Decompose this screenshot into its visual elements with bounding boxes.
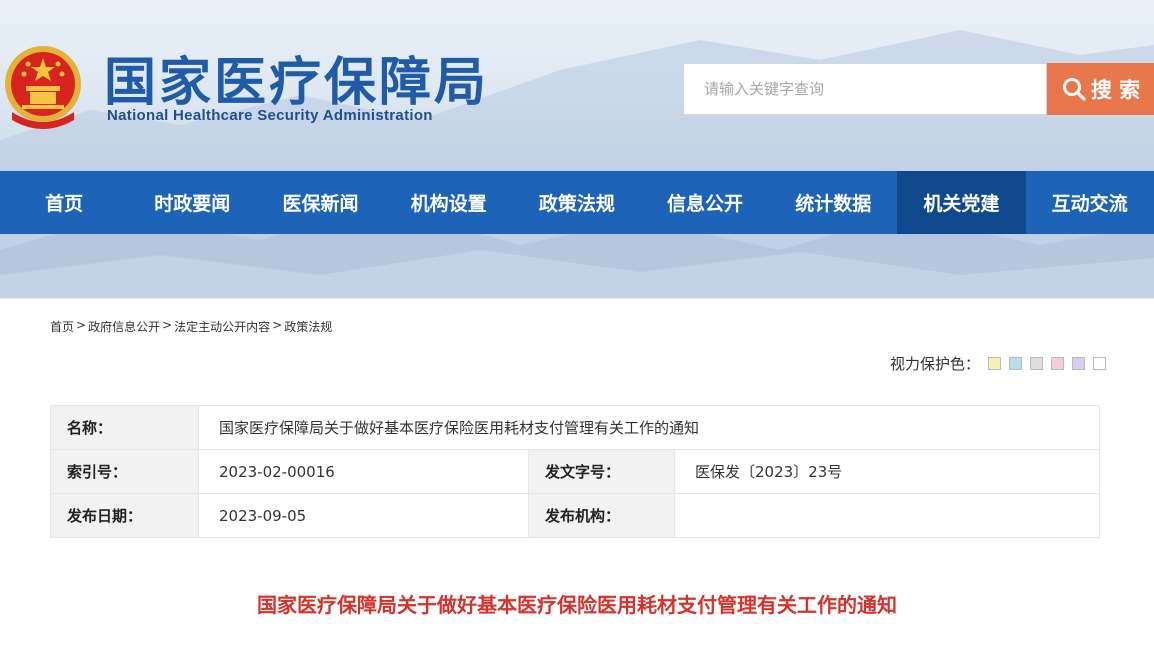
breadcrumb-separator: >	[272, 318, 283, 332]
search-icon	[1062, 78, 1086, 101]
doc-no-value: 医保发〔2023〕23号	[674, 449, 1100, 494]
main-nav: 首页 时政要闻 医保新闻 机构设置 政策法规 信息公开 统计数据 机关党建 互动…	[0, 171, 1154, 234]
breadcrumb-statutory-content[interactable]: 法定主动公开内容	[174, 318, 270, 335]
site-title-cn: 国家医疗保障局	[104, 52, 490, 113]
nav-item-info-disclosure[interactable]: 信息公开	[641, 171, 769, 234]
site-header: 国家医疗保障局 National Healthcare Security Adm…	[0, 0, 1154, 298]
eye-care-swatch-pink[interactable]	[1051, 357, 1064, 370]
table-row: 发布日期： 2023-09-05 发布机构：	[50, 493, 1100, 538]
search-button-label: 搜 索	[1090, 78, 1141, 102]
index-label: 索引号：	[50, 449, 199, 494]
table-row: 名称： 国家医疗保障局关于做好基本医疗保险医用耗材支付管理有关工作的通知	[50, 405, 1100, 450]
date-value: 2023-09-05	[198, 493, 529, 538]
breadcrumb: 首页 > 政府信息公开 > 法定主动公开内容 > 政策法规	[50, 318, 332, 335]
nav-item-statistics[interactable]: 统计数据	[769, 171, 897, 234]
document-meta-table: 名称： 国家医疗保障局关于做好基本医疗保险医用耗材支付管理有关工作的通知 索引号…	[50, 405, 1100, 538]
site-title-en: National Healthcare Security Administrat…	[107, 107, 433, 124]
search-input[interactable]	[683, 63, 1047, 115]
eye-care-swatch-purple[interactable]	[1072, 357, 1085, 370]
eye-care-swatch-white[interactable]	[1093, 357, 1106, 370]
nav-item-healthcare-news[interactable]: 医保新闻	[256, 171, 384, 234]
org-value	[674, 493, 1100, 538]
eye-care-label: 视力保护色：	[889, 355, 980, 373]
national-emblem-icon	[5, 46, 81, 129]
eye-care-swatch-gray[interactable]	[1030, 357, 1043, 370]
nav-item-party-building[interactable]: 机关党建	[897, 171, 1026, 234]
content-area: 首页 > 政府信息公开 > 法定主动公开内容 > 政策法规 视力保护色： 名称：…	[0, 298, 1154, 649]
breadcrumb-policies[interactable]: 政策法规	[284, 318, 332, 335]
index-value: 2023-02-00016	[198, 449, 529, 494]
name-label: 名称：	[50, 405, 199, 450]
doc-no-label: 发文字号：	[528, 449, 675, 494]
article-title: 国家医疗保障局关于做好基本医疗保险医用耗材支付管理有关工作的通知	[257, 593, 897, 617]
nav-item-organization[interactable]: 机构设置	[385, 171, 513, 234]
date-label: 发布日期：	[50, 493, 199, 538]
nav-item-politics-news[interactable]: 时政要闻	[128, 171, 256, 234]
name-value: 国家医疗保障局关于做好基本医疗保险医用耗材支付管理有关工作的通知	[198, 405, 1100, 450]
search-button[interactable]: 搜 索	[1047, 63, 1154, 115]
nav-item-interaction[interactable]: 互动交流	[1026, 171, 1154, 234]
breadcrumb-info-disclosure[interactable]: 政府信息公开	[88, 318, 160, 335]
breadcrumb-separator: >	[162, 318, 173, 332]
nav-item-policies[interactable]: 政策法规	[513, 171, 641, 234]
table-row: 索引号： 2023-02-00016 发文字号： 医保发〔2023〕23号	[50, 449, 1100, 494]
org-label: 发布机构：	[528, 493, 675, 538]
breadcrumb-separator: >	[76, 318, 87, 332]
eye-care-swatch-blue[interactable]	[1009, 357, 1022, 370]
nav-item-home[interactable]: 首页	[0, 171, 128, 234]
eye-care-selector: 视力保护色：	[890, 353, 1106, 374]
eye-care-swatch-yellow[interactable]	[988, 357, 1001, 370]
breadcrumb-home[interactable]: 首页	[50, 318, 74, 335]
